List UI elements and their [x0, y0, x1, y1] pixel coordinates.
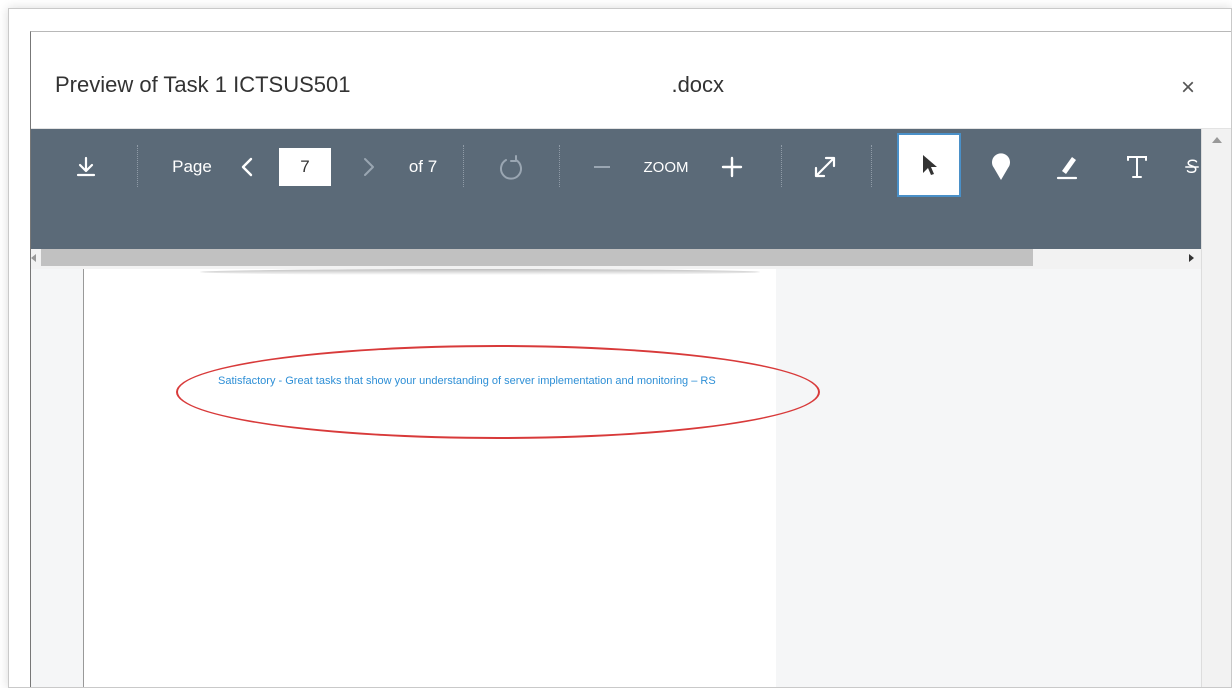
zoom-in-icon — [721, 156, 743, 178]
page-edge-shadow — [200, 269, 760, 275]
file-extension: .docx — [671, 72, 725, 97]
preview-dialog: Preview of Task 1 ICTSUS501 .docx × Page — [30, 31, 1231, 687]
document-page: Satisfactory - Great tasks that show you… — [83, 269, 820, 687]
zoom-label: ZOOM — [643, 158, 689, 176]
next-page-button[interactable] — [357, 147, 381, 187]
fullscreen-button[interactable] — [807, 147, 843, 187]
previous-page-button[interactable] — [235, 147, 259, 187]
select-tool-button[interactable] — [897, 133, 961, 197]
download-button[interactable] — [69, 147, 103, 187]
scroll-up-arrow[interactable] — [1212, 137, 1222, 143]
rotate-icon — [500, 155, 522, 180]
screenshot-frame: Preview of Task 1 ICTSUS501 .docx × Page — [8, 8, 1232, 688]
toolbar-separator — [463, 145, 464, 187]
red-circle-annotation — [176, 345, 820, 439]
dialog-title: Preview of Task 1 ICTSUS501 — [55, 72, 351, 97]
pointer-icon — [923, 155, 937, 175]
text-icon — [1127, 156, 1147, 178]
vertical-scrollbar[interactable] — [1201, 129, 1231, 687]
download-icon — [76, 156, 96, 177]
toolbar-separator — [559, 145, 560, 187]
chevron-right-icon — [364, 158, 374, 176]
page-count: of 7 — [408, 157, 438, 176]
feedback-comment: Satisfactory - Great tasks that show you… — [218, 375, 716, 387]
zoom-out-icon — [594, 166, 610, 168]
page-label: Page — [172, 157, 212, 176]
toolbar-separator — [781, 145, 782, 187]
highlight-tool-button[interactable] — [1049, 147, 1085, 187]
scroll-left-arrow[interactable] — [31, 254, 36, 262]
strikethrough-tool-button[interactable] — [1183, 147, 1201, 187]
rotate-button[interactable] — [493, 147, 529, 187]
close-button[interactable]: × — [1181, 76, 1195, 100]
chevron-left-icon — [241, 157, 253, 177]
point-annotation-button[interactable] — [983, 147, 1019, 187]
page-number-input[interactable] — [279, 148, 331, 186]
zoom-in-button[interactable] — [717, 147, 747, 187]
toolbar-separator — [871, 145, 872, 187]
document-viewer: Satisfactory - Great tasks that show you… — [31, 269, 1201, 687]
dialog-file-name: .docx — [643, 72, 724, 98]
text-tool-button[interactable] — [1119, 147, 1155, 187]
pin-icon — [992, 153, 1010, 180]
strikethrough-icon — [1185, 159, 1199, 174]
annotation-toolbar: Page of 7 — [31, 129, 1201, 249]
highlighter-icon — [1056, 157, 1078, 180]
toolbar-separator — [137, 145, 138, 187]
fullscreen-icon — [814, 156, 836, 178]
horizontal-scroll-thumb[interactable] — [41, 249, 1033, 266]
zoom-out-button[interactable] — [587, 147, 617, 187]
scroll-right-arrow[interactable] — [1189, 254, 1194, 262]
redacted-text — [643, 72, 671, 97]
dialog-header: Preview of Task 1 ICTSUS501 .docx × — [31, 32, 1231, 129]
horizontal-scrollbar[interactable] — [31, 249, 1201, 269]
